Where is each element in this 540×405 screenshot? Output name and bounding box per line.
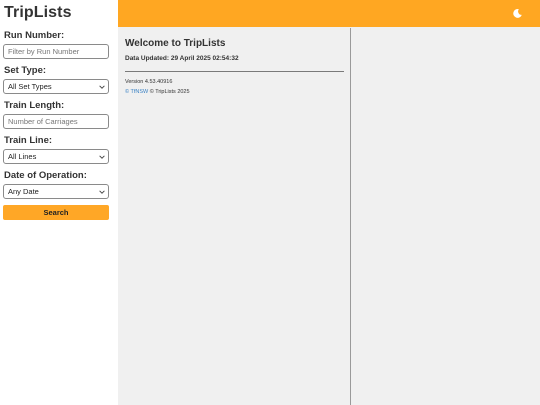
data-updated-text: Data Updated: 29 April 2025 02:54:32 [125, 55, 239, 62]
train-line-select[interactable]: All Lines [3, 149, 109, 164]
app-title: TripLists [4, 4, 72, 21]
sidebar: TripLists Run Number: Set Type: All Set … [0, 0, 118, 405]
date-value: Any Date [8, 187, 39, 196]
date-label: Date of Operation: [4, 170, 87, 181]
welcome-heading: Welcome to TripLists [125, 38, 226, 49]
set-type-select[interactable]: All Set Types [3, 79, 109, 94]
search-button[interactable]: Search [3, 205, 109, 220]
divider [125, 71, 344, 72]
run-number-label: Run Number: [4, 30, 65, 41]
set-type-label: Set Type: [4, 65, 47, 76]
date-select[interactable]: Any Date [3, 184, 109, 199]
train-length-input[interactable] [3, 114, 109, 129]
tfnsw-link[interactable]: © TfNSW [125, 89, 148, 95]
version-text: Version 4.53.40916 [125, 79, 173, 85]
chevron-down-icon [99, 85, 105, 89]
train-length-label: Train Length: [4, 100, 65, 111]
credits: © TfNSW © TripLists 2025 [125, 89, 343, 95]
train-line-value: All Lines [8, 152, 37, 161]
set-type-value: All Set Types [8, 82, 52, 91]
chevron-down-icon [99, 190, 105, 194]
info-panel: Welcome to TripLists Data Updated: 29 Ap… [118, 28, 351, 405]
moon-icon[interactable] [512, 8, 523, 19]
chevron-down-icon [99, 155, 105, 159]
train-line-label: Train Line: [4, 135, 53, 146]
detail-pane [352, 28, 540, 405]
top-bar [118, 0, 540, 27]
copyright-text: © TripLists 2025 [148, 89, 190, 95]
run-number-input[interactable] [3, 44, 109, 59]
